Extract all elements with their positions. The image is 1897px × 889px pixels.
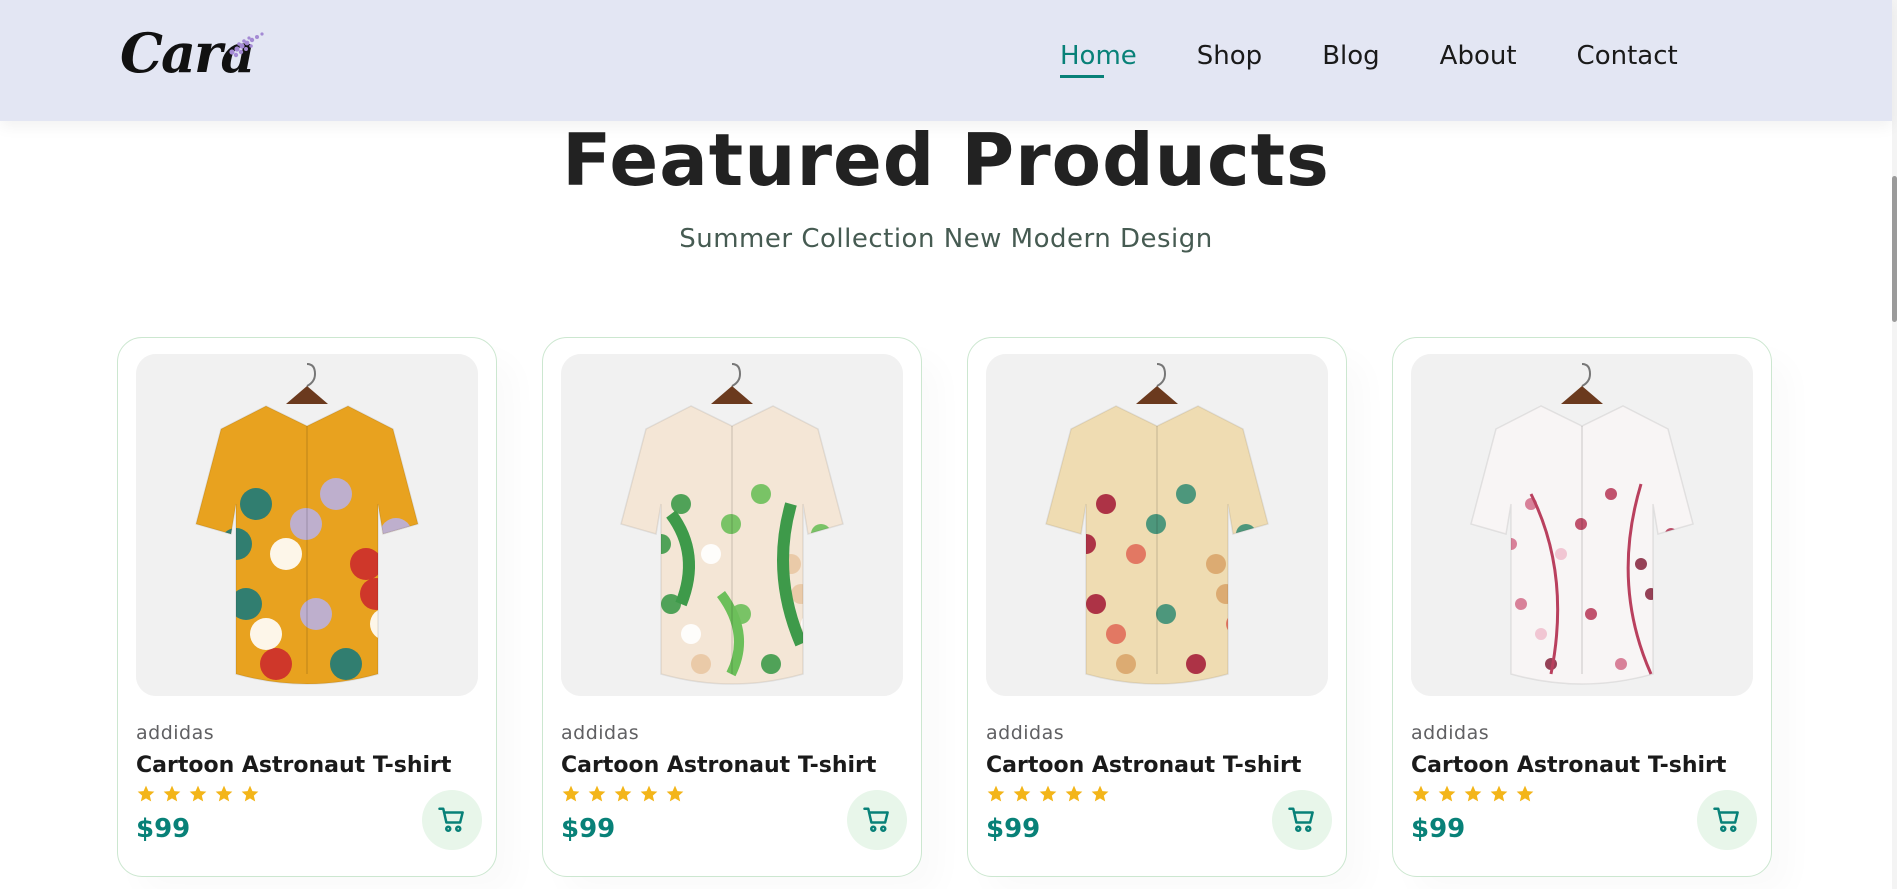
product-brand: addidas [561, 722, 640, 744]
star-icon [136, 784, 156, 804]
cart-icon [862, 805, 892, 835]
star-icon [188, 784, 208, 804]
add-to-cart-button[interactable] [1697, 790, 1757, 850]
nav-item-home[interactable]: Home [1060, 38, 1137, 78]
nav-item-shop[interactable]: Shop [1197, 38, 1262, 74]
star-icon [1038, 784, 1058, 804]
star-icon [214, 784, 234, 804]
product-rating [561, 784, 691, 804]
add-to-cart-button[interactable] [422, 790, 482, 850]
product-price: $99 [986, 814, 1041, 844]
product-name: Cartoon Astronaut T-shirt [1411, 753, 1727, 778]
product-rating [986, 784, 1116, 804]
star-icon [613, 784, 633, 804]
product-name: Cartoon Astronaut T-shirt [561, 753, 877, 778]
shirt-image-colorful-abstract[interactable] [136, 354, 478, 696]
site-header: Cara Home Shop Blog About Contact [0, 0, 1892, 121]
product-name: Cartoon Astronaut T-shirt [986, 753, 1302, 778]
product-name: Cartoon Astronaut T-shirt [136, 753, 452, 778]
scrollbar-thumb[interactable] [1892, 176, 1897, 322]
shirt-image-green-floral[interactable] [561, 354, 903, 696]
scrollbar[interactable] [1892, 0, 1897, 889]
star-icon [162, 784, 182, 804]
star-icon [1411, 784, 1431, 804]
star-icon [240, 784, 260, 804]
star-icon [1437, 784, 1457, 804]
lavender-icon [229, 32, 264, 58]
star-icon [1515, 784, 1535, 804]
star-icon [986, 784, 1006, 804]
star-icon [561, 784, 581, 804]
star-icon [1064, 784, 1084, 804]
shirt-image-pink-blossom[interactable] [1411, 354, 1753, 696]
product-price: $99 [136, 814, 191, 844]
nav-item-contact[interactable]: Contact [1577, 38, 1678, 74]
add-to-cart-button[interactable] [1272, 790, 1332, 850]
star-icon [1489, 784, 1509, 804]
shirt-image-red-rose[interactable] [986, 354, 1328, 696]
cart-icon [1287, 805, 1317, 835]
product-brand: addidas [136, 722, 215, 744]
star-icon [665, 784, 685, 804]
logo[interactable]: Cara [120, 22, 270, 84]
star-icon [1463, 784, 1483, 804]
product-card[interactable]: addidas Cartoon Astronaut T-shirt $99 [542, 337, 922, 877]
product-price: $99 [561, 814, 616, 844]
star-icon [639, 784, 659, 804]
star-icon [1012, 784, 1032, 804]
product-card[interactable]: addidas Cartoon Astronaut T-shirt $99 [967, 337, 1347, 877]
nav-item-about[interactable]: About [1440, 38, 1517, 74]
cart-icon [437, 805, 467, 835]
product-card[interactable]: addidas Cartoon Astronaut T-shirt $99 [1392, 337, 1772, 877]
star-icon [1090, 784, 1110, 804]
nav-item-blog[interactable]: Blog [1322, 38, 1379, 74]
cart-icon [1712, 805, 1742, 835]
product-card[interactable]: addidas Cartoon Astronaut T-shirt $99 [117, 337, 497, 877]
product-brand: addidas [986, 722, 1065, 744]
section-title: Featured Products [562, 118, 1330, 202]
section-subtitle: Summer Collection New Modern Design [679, 224, 1213, 254]
main-nav: Home Shop Blog About Contact [1060, 38, 1678, 78]
product-brand: addidas [1411, 722, 1490, 744]
add-to-cart-button[interactable] [847, 790, 907, 850]
product-rating [1411, 784, 1541, 804]
page: Cara Home Shop Blog About Contact Featured P… [0, 0, 1897, 889]
star-icon [587, 784, 607, 804]
product-rating [136, 784, 266, 804]
product-price: $99 [1411, 814, 1466, 844]
